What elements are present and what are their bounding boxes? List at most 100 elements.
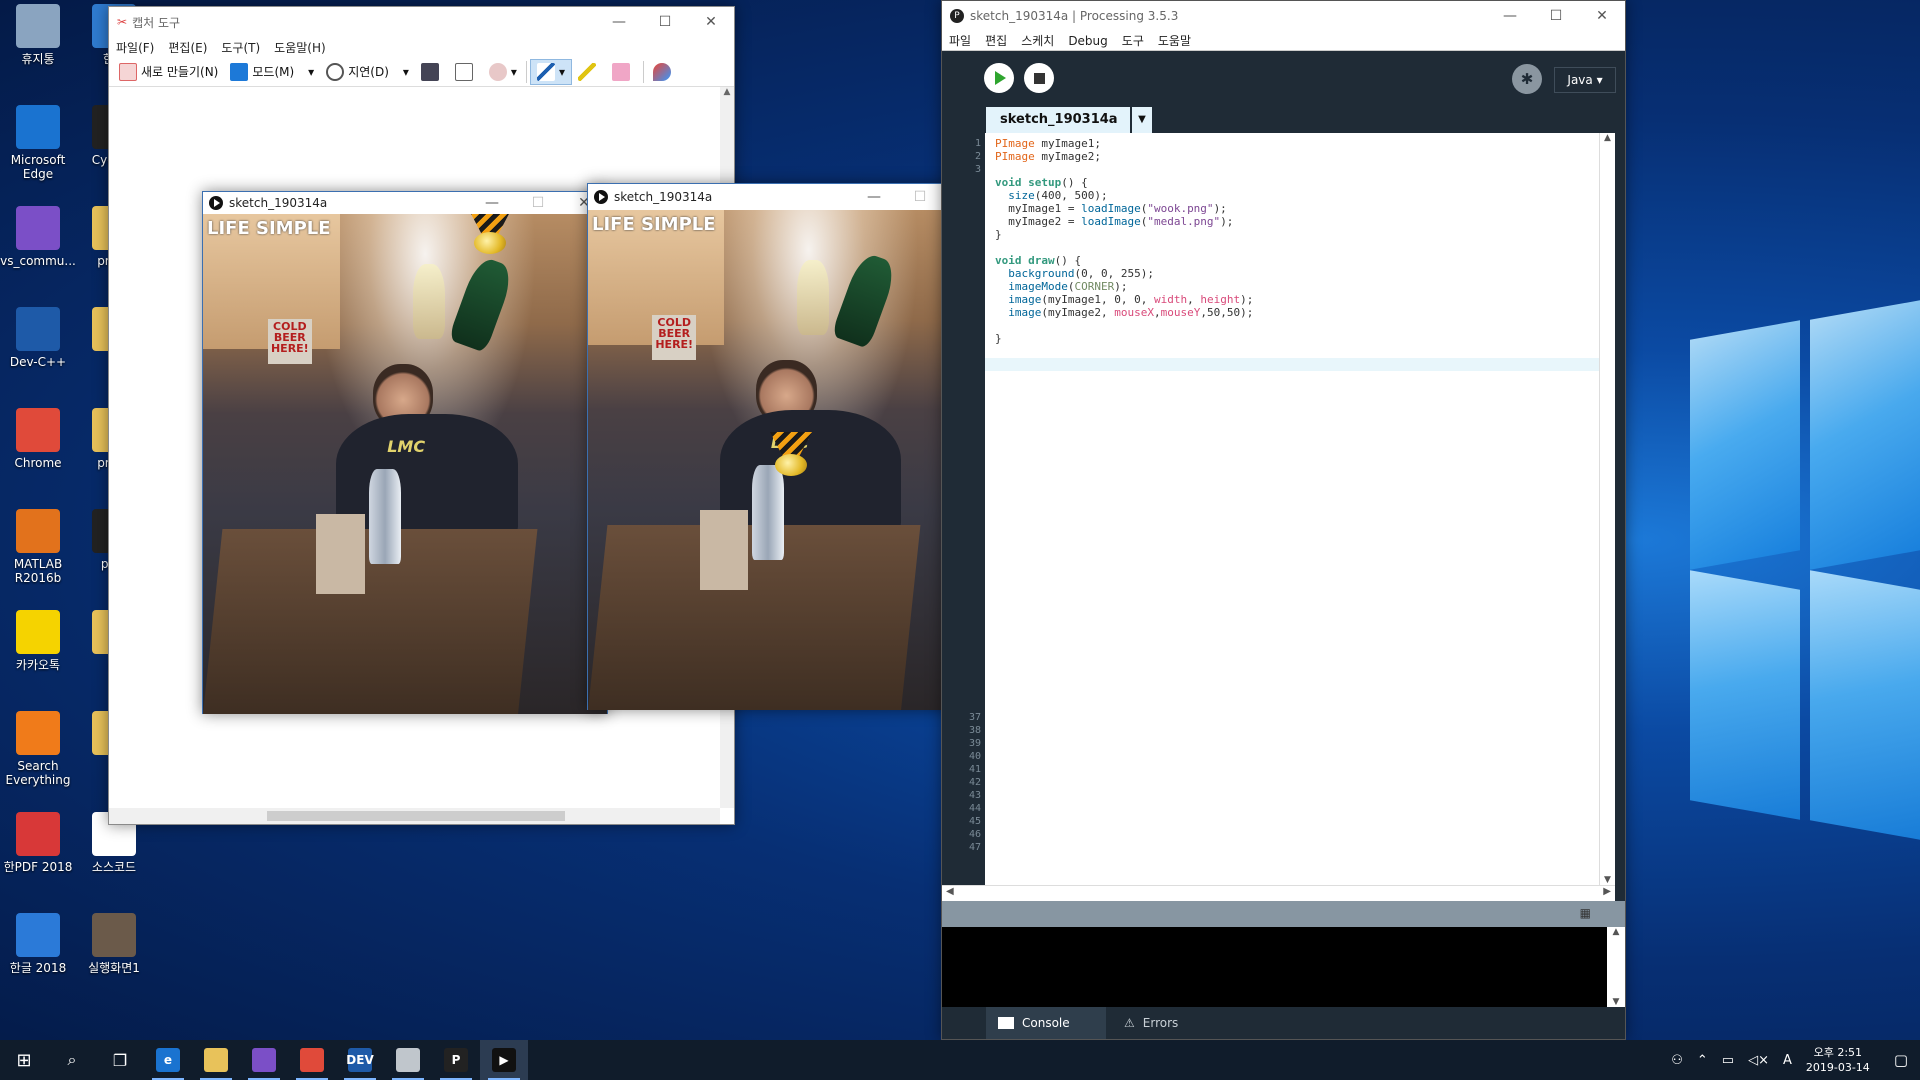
minimize-button[interactable]: —: [596, 7, 642, 37]
code-line: size(400, 500);: [1008, 189, 1108, 202]
pen-dropdown-icon[interactable]: ▾: [559, 65, 565, 79]
mode-selector[interactable]: Java ▾: [1554, 67, 1616, 93]
stop-button[interactable]: [1024, 63, 1054, 93]
mode-button[interactable]: 모드(M) ▾: [224, 59, 320, 85]
maximize-button[interactable]: ☐: [1533, 1, 1579, 31]
run-button[interactable]: [984, 63, 1014, 93]
menu-help[interactable]: 도움말(H): [267, 39, 333, 56]
code-editor[interactable]: PImage myImage1; PImage myImage2; void set…: [985, 133, 1599, 885]
menu-sketch[interactable]: 스케치: [1014, 32, 1061, 49]
task-view-button[interactable]: ❐: [96, 1040, 144, 1080]
minimize-button[interactable]: —: [469, 192, 515, 214]
sketch-tab[interactable]: sketch_190314a: [986, 107, 1130, 133]
scroll-down-arrow[interactable]: ▼: [1607, 997, 1625, 1007]
processing-titlebar[interactable]: P sketch_190314a | Processing 3.5.3 — ☐ …: [942, 1, 1625, 31]
code-line: PImage myImage1;: [995, 137, 1101, 150]
desktop-icon[interactable]: Dev-C++: [0, 307, 76, 369]
desktop-icon[interactable]: 카카오톡: [0, 610, 76, 672]
taskbar-app-button[interactable]: [240, 1040, 288, 1080]
minimize-button[interactable]: —: [1487, 1, 1533, 31]
desktop-icon[interactable]: 실행화면1: [76, 913, 152, 975]
eraser-button[interactable]: [606, 59, 640, 85]
copy-button[interactable]: [449, 59, 483, 85]
people-icon[interactable]: ⚇: [1671, 1053, 1683, 1068]
send-button[interactable]: ▾: [483, 59, 523, 85]
editor-vertical-scrollbar[interactable]: ▲ ▼: [1599, 133, 1615, 885]
menu-debug[interactable]: Debug: [1061, 34, 1114, 48]
send-dropdown-icon[interactable]: ▾: [511, 65, 517, 79]
menu-help[interactable]: 도움말: [1151, 32, 1198, 49]
volume-mute-icon[interactable]: ◁×: [1748, 1053, 1769, 1068]
sketch-canvas-photo[interactable]: LIFE SIMPLE COLD BEER HERE! LMC: [588, 210, 989, 710]
clock[interactable]: 오후 2:51 2019-03-14: [1806, 1045, 1870, 1075]
debugger-button[interactable]: ✱: [1512, 64, 1542, 94]
scroll-down-arrow[interactable]: ▼: [1600, 875, 1615, 885]
processing-ide-window[interactable]: P sketch_190314a | Processing 3.5.3 — ☐ …: [941, 0, 1626, 1040]
menu-file[interactable]: 파일: [942, 32, 978, 49]
search-button[interactable]: ⌕: [48, 1040, 96, 1080]
maximize-button[interactable]: ☐: [515, 192, 561, 214]
desktop-icon[interactable]: 휴지통: [0, 4, 76, 66]
close-button[interactable]: ✕: [1579, 1, 1625, 31]
console-output[interactable]: [942, 927, 1607, 1007]
notification-icon[interactable]: ▢: [1894, 1051, 1908, 1069]
scroll-up-arrow[interactable]: ▲: [720, 87, 734, 97]
taskbar-app-button[interactable]: e: [144, 1040, 192, 1080]
horizontal-scroll-thumb[interactable]: [267, 811, 565, 821]
sketch-titlebar[interactable]: sketch_190314a — ☐ ✕: [203, 192, 607, 214]
pen-button[interactable]: ▾: [529, 58, 572, 85]
sketch-window-back[interactable]: sketch_190314a — ☐ ✕ LIFE SIMPLE COLD BE…: [202, 191, 608, 714]
desktop-icon[interactable]: Chrome: [0, 408, 76, 470]
desktop-icon[interactable]: 한글 2018: [0, 913, 76, 975]
maximize-button[interactable]: ☐: [897, 184, 943, 210]
snipping-tool-titlebar[interactable]: ✂ 캡처 도구 — ☐ ✕: [109, 7, 734, 37]
save-button[interactable]: [415, 59, 449, 85]
sketch-canvas-photo[interactable]: LIFE SIMPLE COLD BEER HERE! LMC: [203, 214, 607, 714]
taskbar-app-button[interactable]: [288, 1040, 336, 1080]
maximize-button[interactable]: ☐: [642, 7, 688, 37]
mode-dropdown-icon[interactable]: ▾: [308, 65, 314, 79]
sketch-window-front[interactable]: sketch_190314a — ☐ ✕ LIFE SIMPLE COLD BE…: [587, 183, 990, 710]
sketch-titlebar[interactable]: sketch_190314a — ☐ ✕: [588, 184, 989, 210]
delay-dropdown-icon[interactable]: ▾: [403, 65, 409, 79]
desktop-icon[interactable]: Microsoft Edge: [0, 105, 76, 181]
network-icon[interactable]: ▭: [1722, 1053, 1734, 1068]
console-scrollbar[interactable]: ▲ ▼: [1607, 927, 1625, 1007]
paint3d-button[interactable]: [647, 59, 681, 85]
horizontal-scrollbar[interactable]: [109, 808, 720, 824]
start-button[interactable]: ⊞: [0, 1040, 48, 1080]
scroll-up-arrow[interactable]: ▲: [1600, 133, 1615, 143]
delay-button[interactable]: 지연(D) ▾: [320, 59, 415, 85]
taskbar-app-button[interactable]: [192, 1040, 240, 1080]
editor-horizontal-scrollbar[interactable]: ◀ ▶: [942, 885, 1615, 901]
menu-edit[interactable]: 편집: [978, 32, 1014, 49]
menu-file[interactable]: 파일(F): [109, 39, 161, 56]
menu-tools[interactable]: 도구: [1115, 32, 1151, 49]
highlighter-button[interactable]: [572, 59, 606, 85]
taskbar-app-button[interactable]: P: [432, 1040, 480, 1080]
close-button[interactable]: ✕: [688, 7, 734, 37]
taskbar-app-button[interactable]: ▶: [480, 1040, 528, 1080]
ime-indicator[interactable]: A: [1783, 1053, 1792, 1068]
scroll-left-arrow[interactable]: ◀: [946, 886, 954, 897]
taskbar-app-button[interactable]: DEV: [336, 1040, 384, 1080]
taskbar-app-button[interactable]: [384, 1040, 432, 1080]
desktop-icon[interactable]: vs_commu...: [0, 206, 76, 268]
desktop-icon[interactable]: Search Everything: [0, 711, 76, 787]
desktop-icon[interactable]: MATLAB R2016b: [0, 509, 76, 585]
menu-edit[interactable]: 편집(E): [161, 39, 214, 56]
errors-tab[interactable]: ⚠ Errors: [1112, 1007, 1212, 1039]
console-tab-bar: Console ⚠ Errors: [942, 1007, 1625, 1039]
desktop-icon[interactable]: 한PDF 2018: [0, 812, 76, 874]
menu-tools[interactable]: 도구(T): [214, 39, 267, 56]
clipboard-icon[interactable]: ▦: [1580, 906, 1591, 920]
tab-menu-button[interactable]: ▼: [1132, 107, 1152, 133]
scroll-right-arrow[interactable]: ▶: [1603, 886, 1611, 897]
scroll-up-arrow[interactable]: ▲: [1607, 927, 1625, 937]
toolbar-separator-2: [642, 60, 644, 83]
console-tab[interactable]: Console: [986, 1007, 1106, 1039]
new-snip-button[interactable]: 새로 만들기(N): [113, 59, 224, 85]
minimize-button[interactable]: —: [851, 184, 897, 210]
tray-overflow-icon[interactable]: ⌃: [1697, 1053, 1708, 1068]
